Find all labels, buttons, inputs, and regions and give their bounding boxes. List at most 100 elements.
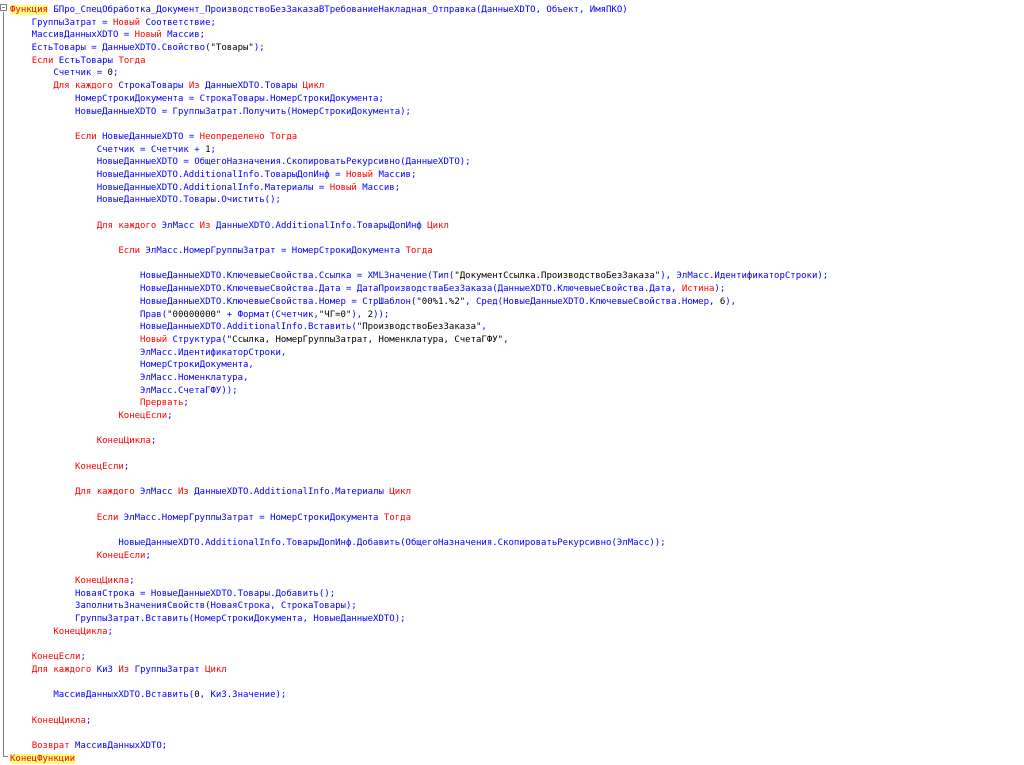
code-line[interactable]: Для каждого КиЗ Из ГруппыЗатрат Цикл: [10, 664, 1024, 677]
code-line[interactable]: [10, 448, 1024, 461]
code-token: Цикл: [302, 81, 325, 92]
code-token: );: [253, 43, 265, 54]
code-token: ,: [481, 322, 487, 333]
code-token: ;: [167, 411, 173, 421]
code-line[interactable]: [10, 638, 1024, 651]
code-line[interactable]: [10, 727, 1024, 740]
code-line[interactable]: ЭлМасс.Номенклатура,: [10, 372, 1024, 385]
code-line[interactable]: КонецЦикла;: [10, 435, 1024, 448]
code-token: НовыеДанныеXDTO.КлючевыеСвойства.Ссылка …: [10, 271, 455, 282]
code-line[interactable]: [10, 118, 1024, 131]
code-token: ЭлМасс.ИдентификаторСтроки,: [10, 347, 287, 358]
code-line[interactable]: [10, 562, 1024, 575]
code-token: Цикл: [427, 220, 449, 231]
code-token: "Товары": [210, 43, 254, 54]
code-line[interactable]: [10, 207, 1024, 220]
code-token: ЕстьТовары = ДанныеXDTO.Свойство(: [10, 43, 211, 54]
code-token: КонецЕсли: [75, 461, 124, 472]
code-token: Если: [31, 55, 54, 66]
code-line[interactable]: Новый Структура("Ссылка, НомерГруппыЗатр…: [10, 334, 1024, 347]
code-line[interactable]: [10, 702, 1024, 715]
code-line[interactable]: НовыеДанныеXDTO.AdditionalInfo.Материалы…: [10, 182, 1024, 195]
code-token: ;: [107, 626, 113, 637]
code-text-area[interactable]: Функция БПро_СпецОбработка_Документ_Прои…: [10, 4, 1024, 765]
code-token: ;: [80, 652, 86, 663]
code-line[interactable]: Если ЭлМасс.НомерГруппыЗатрат = НомерСтр…: [10, 245, 1024, 258]
code-token: ;: [145, 550, 151, 561]
code-line[interactable]: ЭлМасс.СчетаГФУ));: [10, 385, 1024, 398]
code-line[interactable]: КонецЕсли;: [10, 461, 1024, 474]
code-line[interactable]: [10, 473, 1024, 486]
code-line[interactable]: ЗаполнитьЗначенияСвойств(НоваяСтрока, Ст…: [10, 600, 1024, 613]
code-line[interactable]: НовыеДанныеXDTO = ГруппыЗатрат.Получить(…: [10, 106, 1024, 119]
code-line[interactable]: НомерСтрокиДокумента = СтрокаТовары.Номе…: [10, 93, 1024, 106]
code-line[interactable]: Прав("00000000" + Формат(Счетчик,"ЧГ=0")…: [10, 309, 1024, 322]
code-line[interactable]: [10, 499, 1024, 512]
code-line[interactable]: Если ЕстьТовары Тогда: [10, 55, 1024, 68]
code-line[interactable]: НовыеДанныеXDTO.AdditionalInfo.ТоварыДоп…: [10, 169, 1024, 182]
code-line[interactable]: НоваяСтрока = НовыеДанныеXDTO.Товары.Доб…: [10, 588, 1024, 601]
code-line[interactable]: ГруппыЗатрат.Вставить(НомерСтрокиДокумен…: [10, 613, 1024, 626]
code-line[interactable]: Счетчик = 0;: [10, 67, 1024, 80]
code-token: КиЗ: [91, 664, 119, 675]
code-line[interactable]: [10, 524, 1024, 537]
code-token: ГруппыЗатрат.Вставить(НомерСтрокиДокумен…: [10, 614, 406, 624]
code-line[interactable]: [10, 423, 1024, 436]
code-token: Из: [188, 81, 200, 92]
code-line[interactable]: НовыеДанныеXDTO.AdditionalInfo.Вставить(…: [10, 321, 1024, 334]
code-line[interactable]: КонецФункции: [10, 753, 1024, 765]
code-line[interactable]: ЭлМасс.ИдентификаторСтроки,: [10, 347, 1024, 360]
code-line[interactable]: Для каждого ЭлМасс Из ДанныеXDTO.Additio…: [10, 220, 1024, 233]
code-line[interactable]: НовыеДанныеXDTO.AdditionalInfo.ТоварыДоп…: [10, 537, 1024, 550]
code-token: Прервать: [140, 398, 184, 409]
code-editor[interactable]: Функция БПро_СпецОбработка_Документ_Прои…: [0, 0, 1024, 765]
code-line[interactable]: КонецЦикла;: [10, 575, 1024, 588]
code-line[interactable]: Для каждого СтрокаТовары Из ДанныеXDTO.Т…: [10, 80, 1024, 93]
code-token: ЕстьТовары: [53, 55, 119, 66]
code-token: ), ЭлМасс.ИдентификаторСтроки);: [660, 271, 829, 282]
collapse-icon[interactable]: [0, 4, 7, 11]
code-token: ;: [183, 398, 189, 409]
code-line[interactable]: МассивДанныхXDTO.Вставить(0, КиЗ.Значени…: [10, 689, 1024, 702]
code-token: БПро_СпецОбработка_Документ_Производство…: [47, 5, 628, 15]
code-token: "Ссылка, НомерГруппыЗатрат, Номенклатура…: [226, 334, 504, 345]
code-line[interactable]: КонецЦикла;: [10, 626, 1024, 639]
code-line[interactable]: Если НовыеДанныеXDTO = Неопределено Тогд…: [10, 131, 1024, 144]
code-token: МассивДанныхXDTO.Вставить(: [10, 690, 195, 701]
code-line[interactable]: НовыеДанныеXDTO = ОбщегоНазначения.Скопи…: [10, 156, 1024, 169]
code-line[interactable]: КонецЦикла;: [10, 715, 1024, 728]
code-line[interactable]: ГруппыЗатрат = Новый Соответствие;: [10, 17, 1024, 30]
code-line[interactable]: МассивДанныхXDTO = Новый Массив;: [10, 29, 1024, 42]
code-token: Из: [118, 664, 130, 675]
code-line[interactable]: [10, 232, 1024, 245]
code-line[interactable]: [10, 258, 1024, 271]
code-line[interactable]: НовыеДанныеXDTO.КлючевыеСвойства.Дата = …: [10, 283, 1024, 296]
code-token: );: [714, 284, 726, 295]
code-token: ,: [503, 334, 509, 345]
code-line[interactable]: Счетчик = Счетчик + 1;: [10, 144, 1024, 157]
code-line[interactable]: Возврат МассивДанныхXDTO;: [10, 740, 1024, 753]
code-line[interactable]: КонецЕсли;: [10, 550, 1024, 563]
code-line[interactable]: ЕстьТовары = ДанныеXDTO.Свойство("Товары…: [10, 42, 1024, 55]
code-token: Цикл: [389, 487, 412, 498]
code-line[interactable]: НовыеДанныеXDTO.КлючевыеСвойства.Ссылка …: [10, 270, 1024, 283]
code-line[interactable]: НовыеДанныеXDTO.Товары.Очистить();: [10, 194, 1024, 207]
code-line[interactable]: КонецЕсли;: [10, 410, 1024, 423]
code-line[interactable]: Если ЭлМасс.НомерГруппыЗатрат = НомерСтр…: [10, 512, 1024, 525]
code-token: МассивДанныхXDTO;: [69, 740, 168, 751]
code-line[interactable]: Прервать;: [10, 397, 1024, 410]
code-line[interactable]: Для каждого ЭлМасс Из ДанныеXDTO.Additio…: [10, 486, 1024, 499]
code-line[interactable]: НомерСтрокиДокумента,: [10, 359, 1024, 372]
code-token: Тогда: [383, 512, 411, 523]
code-line[interactable]: Функция БПро_СпецОбработка_Документ_Прои…: [10, 4, 1024, 17]
code-line[interactable]: [10, 676, 1024, 689]
code-line[interactable]: НовыеДанныеXDTO.КлючевыеСвойства.Номер =…: [10, 296, 1024, 309]
code-line[interactable]: КонецЕсли;: [10, 651, 1024, 664]
code-token: КонецЕсли: [118, 411, 168, 421]
code-token: ДанныеXDTO.Товары: [199, 81, 303, 92]
